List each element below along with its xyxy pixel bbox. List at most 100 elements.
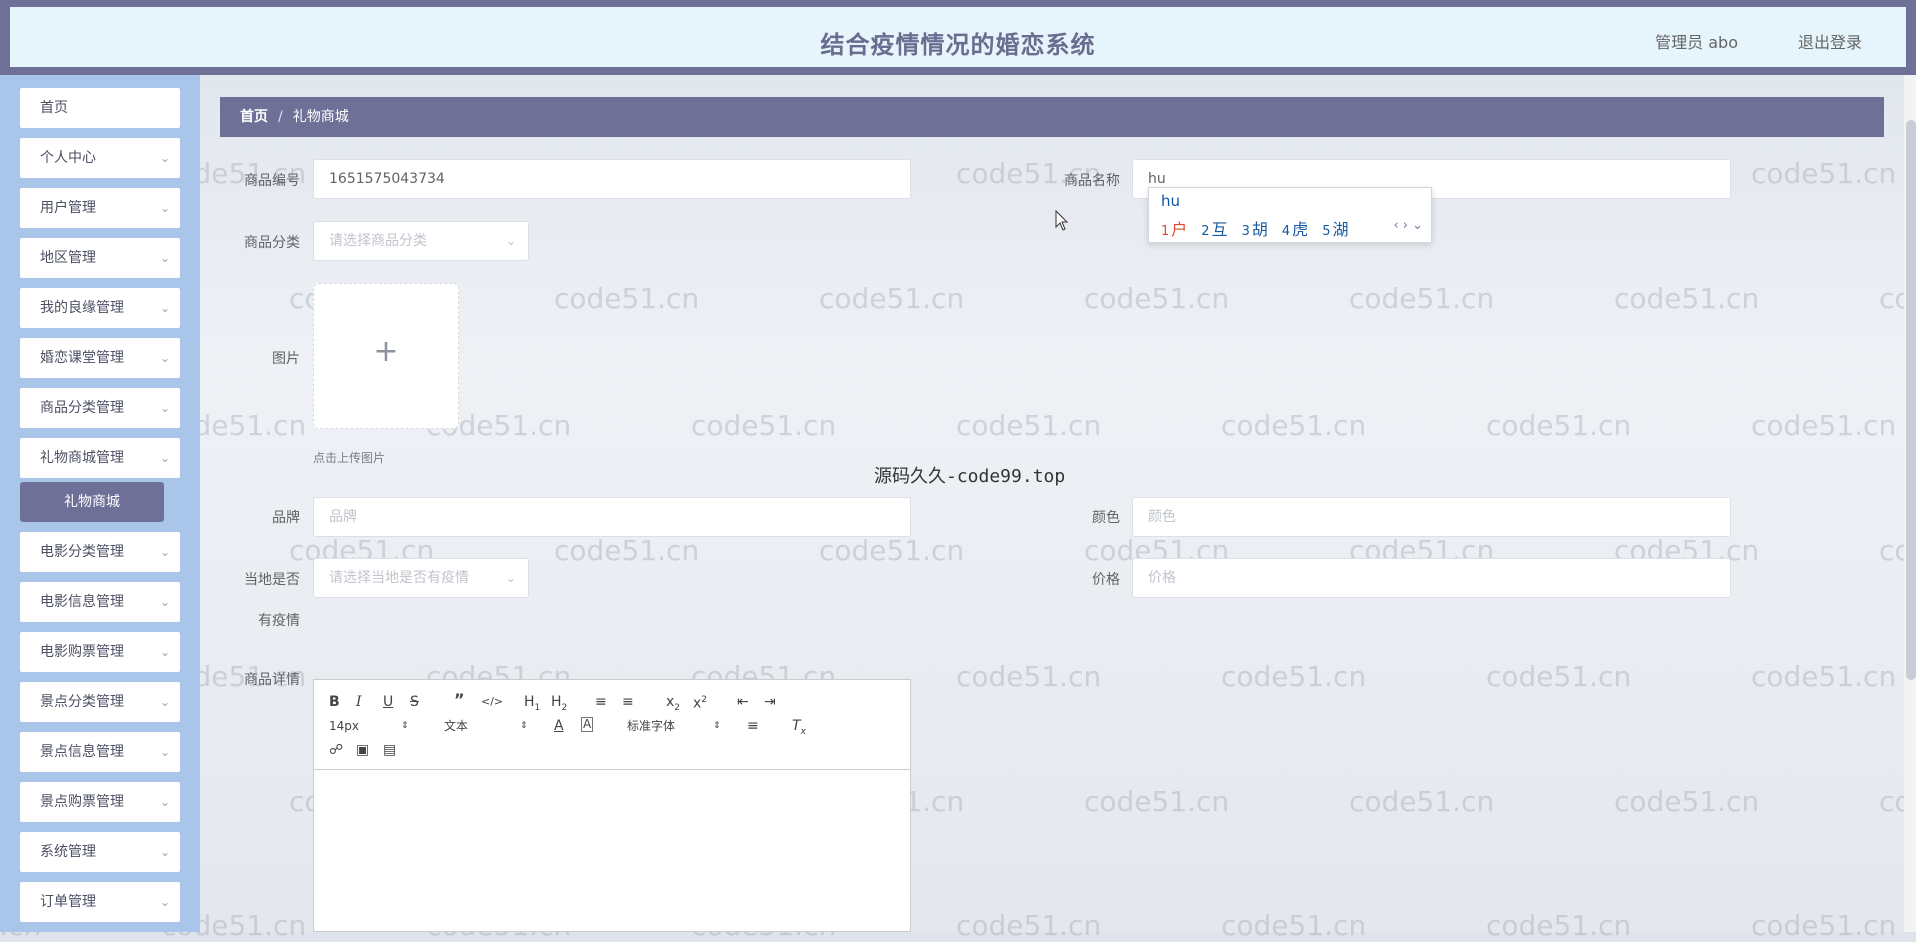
sidebar-item-1[interactable]: 个人中心 ⌄ xyxy=(20,138,180,178)
watermark: code51.cn xyxy=(1486,409,1632,442)
sidebar-item-2[interactable]: 用户管理 ⌄ xyxy=(20,188,180,228)
link-icon[interactable]: ☍ xyxy=(329,741,343,759)
sidebar-item-5[interactable]: 婚恋课堂管理 ⌄ xyxy=(20,338,180,378)
ime-candidate-number: 4 xyxy=(1281,224,1291,239)
clear-format-icon[interactable]: Tx xyxy=(792,717,806,741)
sidebar-item-10[interactable]: 电影购票管理 ⌄ xyxy=(20,632,180,672)
plus-icon: + xyxy=(373,334,399,369)
sidebar-item-15[interactable]: 订单管理 ⌄ xyxy=(20,882,180,922)
chevron-down-icon: ⌄ xyxy=(159,645,170,659)
upload-tip: 点击上传图片 xyxy=(313,451,386,465)
watermark-text: 源码久久-code99.top xyxy=(874,466,1066,487)
epidemic-label-line1: 当地是否 xyxy=(244,572,300,588)
ime-candidate-char: 互 xyxy=(1211,220,1228,239)
sidebar-item-7[interactable]: 礼物商城管理 ⌄ xyxy=(20,438,180,478)
ordered-list-icon[interactable]: ≡ xyxy=(595,693,607,711)
breadcrumb-separator: / xyxy=(278,109,283,125)
image-upload[interactable]: + xyxy=(313,283,459,429)
epidemic-select[interactable]: 请选择当地是否有疫情 ⌄ xyxy=(313,558,529,598)
background-color-icon[interactable]: A xyxy=(581,717,594,732)
underline-icon[interactable]: U xyxy=(383,693,393,711)
bold-icon[interactable]: B xyxy=(329,693,340,711)
category-select[interactable]: 请选择商品分类 ⌄ xyxy=(313,221,529,261)
ime-nav-icon[interactable]: ‹ › ⌄ xyxy=(1393,218,1423,233)
code-icon[interactable]: </> xyxy=(481,693,503,711)
sidebar-subitem-gift-shop[interactable]: 礼物商城 xyxy=(20,482,164,522)
align-icon[interactable]: ≡ xyxy=(747,717,759,735)
bullet-list-icon[interactable]: ≡ xyxy=(622,693,634,711)
sidebar-item-4[interactable]: 我的良缘管理 ⌄ xyxy=(20,288,180,328)
logout-button[interactable]: 退出登录 xyxy=(1798,29,1862,53)
app-title: 结合疫情情况的婚恋系统 xyxy=(820,31,1096,59)
brand-input[interactable]: 品牌 xyxy=(313,497,911,537)
sidebar-item-13[interactable]: 景点购票管理 ⌄ xyxy=(20,782,180,822)
video-icon[interactable]: ▤ xyxy=(383,741,396,759)
sidebar-item-label: 商品分类管理 xyxy=(40,400,124,416)
price-input[interactable]: 价格 xyxy=(1132,558,1731,598)
ime-candidate[interactable]: 4虎 xyxy=(1282,220,1308,239)
color-input[interactable]: 颜色 xyxy=(1132,497,1731,537)
outdent-icon[interactable]: ⇤ xyxy=(737,693,749,711)
italic-icon[interactable]: I xyxy=(356,693,362,711)
ime-candidate-number: 1 xyxy=(1161,224,1170,239)
watermark: code51.cn xyxy=(1221,660,1367,693)
name-label: 商品名称 xyxy=(1064,173,1120,189)
ime-candidate-number: 2 xyxy=(1201,224,1210,239)
font-size-select[interactable]: 14px ⇕ xyxy=(329,717,409,735)
watermark: code51.cn xyxy=(1349,785,1495,818)
sidebar-item-14[interactable]: 系统管理 ⌄ xyxy=(20,832,180,872)
watermark: code51.cn xyxy=(1751,157,1897,190)
detail-label: 商品详情 xyxy=(244,672,300,688)
sidebar-item-label: 婚恋课堂管理 xyxy=(40,350,124,366)
font-size-value: 14px xyxy=(329,719,359,733)
code-input[interactable]: 1651575043734 xyxy=(313,159,911,199)
watermark: code51.cn xyxy=(554,282,700,315)
superscript-icon[interactable]: x2 xyxy=(693,691,707,713)
sidebar-item-11[interactable]: 景点分类管理 ⌄ xyxy=(20,682,180,722)
watermark: code51.cn xyxy=(1221,409,1367,442)
font-color-icon[interactable]: A xyxy=(554,717,564,735)
chevron-down-icon: ⌄ xyxy=(159,201,170,215)
block-format-select[interactable]: 文本 ⇕ xyxy=(444,717,528,735)
sidebar-item-3[interactable]: 地区管理 ⌄ xyxy=(20,238,180,278)
sidebar-item-label: 礼物商城管理 xyxy=(40,450,124,466)
watermark: code51.cn xyxy=(1349,282,1495,315)
subscript-icon[interactable]: x2 xyxy=(666,693,680,717)
ime-candidates: 1户 2互 3胡 4虎 5湖 xyxy=(1161,216,1362,240)
heading2-icon[interactable]: H2 xyxy=(551,693,567,717)
watermark: code51.cn xyxy=(1751,909,1897,942)
chevron-down-icon: ⌄ xyxy=(159,251,170,265)
image-icon[interactable]: ▣ xyxy=(356,741,369,759)
sidebar-item-label: 地区管理 xyxy=(40,250,96,266)
strike-icon[interactable]: S xyxy=(410,693,419,711)
sidebar-item-label: 个人中心 xyxy=(40,150,96,166)
blockquote-icon[interactable]: ” xyxy=(454,691,465,709)
sidebar-item-label: 电影购票管理 xyxy=(40,644,124,660)
chevron-down-icon: ⌄ xyxy=(159,151,170,165)
ime-candidate-popup: hu 1户2互3胡4虎5湖 ‹ › ⌄ xyxy=(1148,187,1432,243)
sidebar-item-label: 景点分类管理 xyxy=(40,694,124,710)
category-label: 商品分类 xyxy=(244,235,300,251)
scrollbar-thumb[interactable] xyxy=(1906,120,1916,680)
indent-icon[interactable]: ⇥ xyxy=(764,693,776,711)
heading1-icon[interactable]: H1 xyxy=(524,693,540,717)
ime-candidate[interactable]: 1户 xyxy=(1161,220,1187,239)
brand-label: 品牌 xyxy=(272,510,300,526)
ime-candidate[interactable]: 3胡 xyxy=(1242,220,1268,239)
breadcrumb-home[interactable]: 首页 xyxy=(240,109,268,125)
sidebar-item-12[interactable]: 景点信息管理 ⌄ xyxy=(20,732,180,772)
sidebar-item-label: 订单管理 xyxy=(40,894,96,910)
sidebar-item-6[interactable]: 商品分类管理 ⌄ xyxy=(20,388,180,428)
sidebar-item-0[interactable]: 首页 xyxy=(20,88,180,128)
ime-candidate[interactable]: 2互 xyxy=(1201,220,1227,239)
ime-candidate[interactable]: 5湖 xyxy=(1322,220,1348,239)
watermark: code51.cn xyxy=(1084,282,1230,315)
sidebar-item-9[interactable]: 电影信息管理 ⌄ xyxy=(20,582,180,622)
chevron-down-icon: ⌄ xyxy=(159,745,170,759)
rich-text-editor: B I U S ” </> H1 H2 ≡ ≡ x2 x2 ⇤ ⇥ 14px ⇕ … xyxy=(313,679,911,932)
select-arrows-icon: ⇕ xyxy=(401,721,409,731)
editor-content[interactable] xyxy=(314,770,910,931)
font-family-select[interactable]: 标准字体 ⇕ xyxy=(627,717,721,735)
sidebar-item-8[interactable]: 电影分类管理 ⌄ xyxy=(20,532,180,572)
chevron-down-icon: ⌄ xyxy=(505,571,516,585)
